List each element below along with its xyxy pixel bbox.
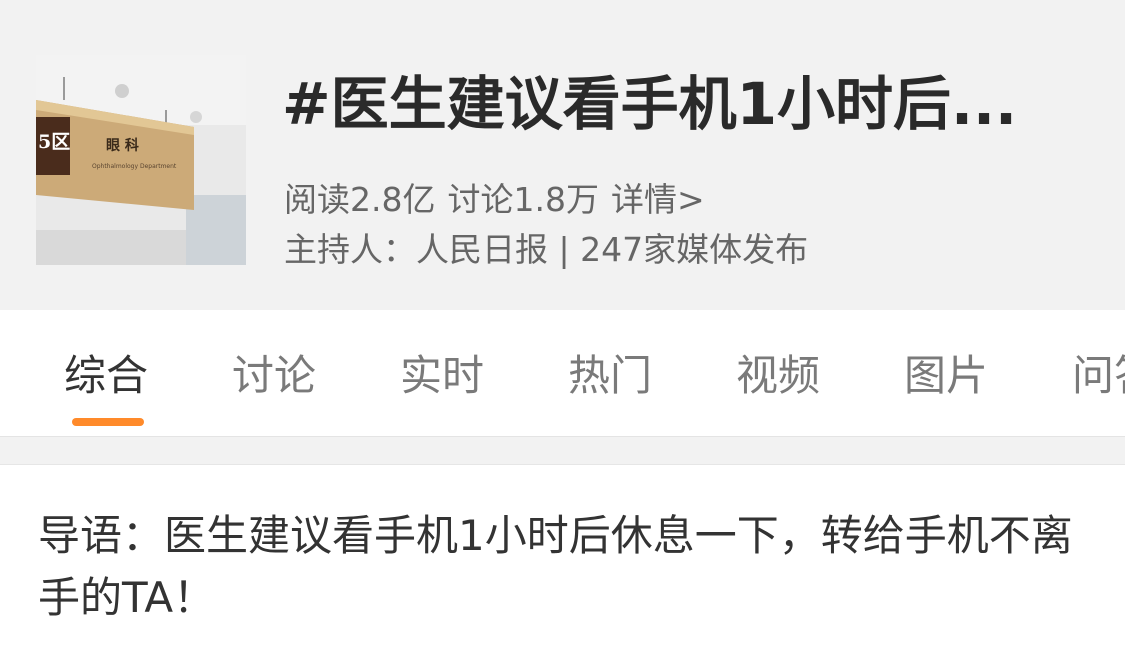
tab-realtime[interactable]: 实时 xyxy=(400,348,484,404)
topic-title: #医生建议看手机1小时后... xyxy=(282,70,1018,138)
cover-sign-text: 眼 科 xyxy=(106,138,139,154)
tab-bar: 综合 讨论 实时 热门 视频 图片 问答 xyxy=(0,310,1125,437)
active-tab-indicator xyxy=(72,418,144,426)
topic-intro: 导语：医生建议看手机1小时后休息一下，转给手机不离手的TA！ xyxy=(38,511,1073,622)
details-link[interactable]: 详情> xyxy=(611,180,705,219)
cover-sign-subtitle: Ophthalmology Department xyxy=(92,163,177,170)
topic-host-info[interactable]: 主持人：人民日报 | 247家媒体发布 xyxy=(284,228,808,272)
tab-video[interactable]: 视频 xyxy=(736,348,820,404)
tab-comprehensive[interactable]: 综合 xyxy=(64,348,148,404)
topic-header: 5区 眼 科 Ophthalmology Department #医生建议看手机… xyxy=(0,0,1125,310)
cover-photo xyxy=(36,55,246,265)
tab-hot[interactable]: 热门 xyxy=(568,348,652,404)
topic-cover-image[interactable]: 5区 眼 科 Ophthalmology Department xyxy=(36,55,246,265)
tab-images[interactable]: 图片 xyxy=(904,348,988,404)
topic-stats: 阅读2.8亿 讨论1.8万 详情> xyxy=(284,178,717,222)
read-count: 阅读2.8亿 xyxy=(284,180,436,219)
tab-qa[interactable]: 问答 xyxy=(1072,348,1125,404)
tab-discussion[interactable]: 讨论 xyxy=(232,348,316,404)
discussion-count: 讨论1.8万 xyxy=(447,180,599,219)
section-divider xyxy=(0,437,1125,465)
cover-zone-label: 5区 xyxy=(38,131,71,153)
